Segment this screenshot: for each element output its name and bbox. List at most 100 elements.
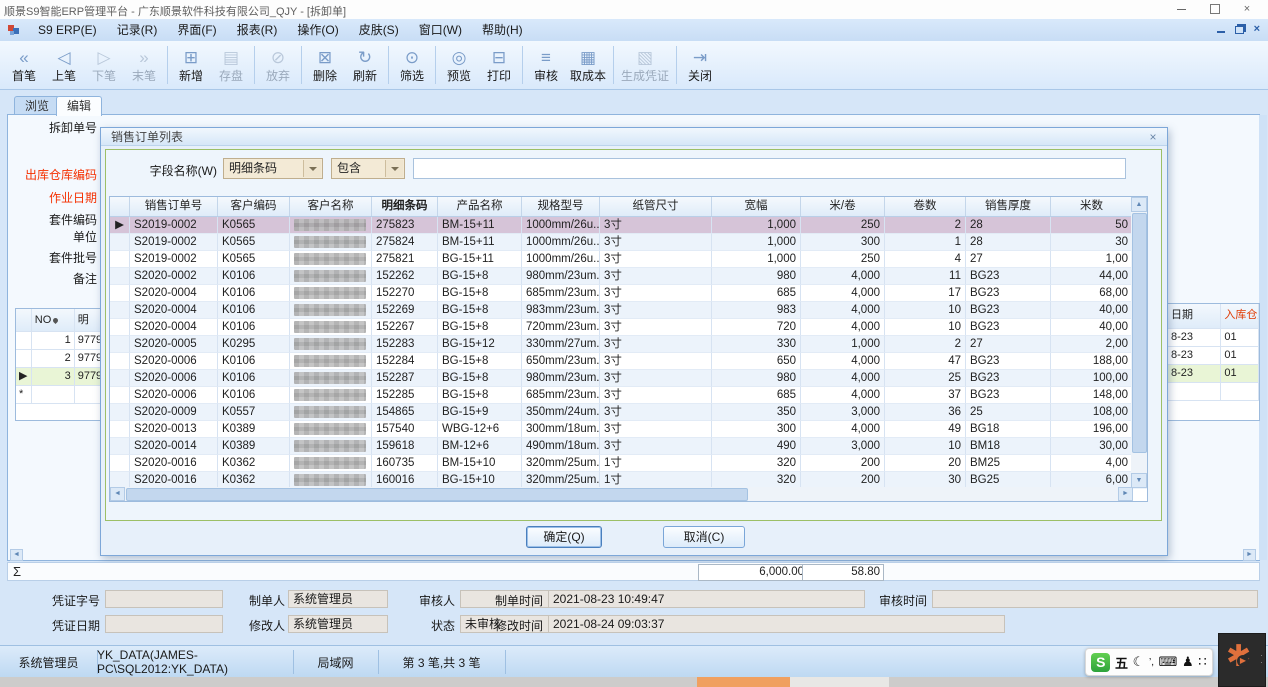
table-row[interactable]: S2020-0006K0106152284BG-15+8650mm/23um..…: [110, 353, 1147, 370]
table-row[interactable]: S2020-0013K0389157540WBG-12+6300mm/18um.…: [110, 421, 1147, 438]
refresh-icon: ↻: [358, 47, 372, 69]
table-row[interactable]: S2020-0009K0557154865BG-15+9350mm/24um..…: [110, 404, 1147, 421]
mdi-restore-icon[interactable]: [1235, 26, 1244, 34]
mdi-close-icon[interactable]: ×: [1254, 22, 1260, 36]
table-row[interactable]: S2020-0004K0106152269BG-15+8983mm/23um..…: [110, 302, 1147, 319]
table-row[interactable]: 297792: [16, 350, 106, 368]
toolbar-button-筛选[interactable]: ⊙筛选: [392, 42, 432, 88]
maximize-icon[interactable]: [1200, 2, 1230, 17]
punctuation-icon[interactable]: ’,: [1149, 657, 1154, 668]
minimize-icon[interactable]: [1166, 2, 1196, 17]
moon-icon[interactable]: ☾: [1133, 654, 1145, 670]
table-row[interactable]: S2020-0016K0362160735BM-15+10320mm/25um.…: [110, 455, 1147, 472]
toolbar-button-取成本[interactable]: ▦取成本: [566, 42, 610, 88]
menu-item-3[interactable]: 操作(O): [287, 19, 348, 41]
toolbar-button-上笔[interactable]: ◁上笔: [44, 42, 84, 88]
table-row[interactable]: S2020-0004K0106152270BG-15+8685mm/23um..…: [110, 285, 1147, 302]
column-header-产品名称[interactable]: 产品名称: [438, 197, 522, 216]
mdi-minimize-icon[interactable]: [1217, 31, 1225, 33]
menu-item-5[interactable]: 窗口(W): [409, 19, 472, 41]
menu-item-1[interactable]: 界面(F): [167, 19, 226, 41]
toolbar-separator: [613, 46, 614, 84]
column-header-米/卷[interactable]: 米/卷: [801, 197, 885, 216]
table-row[interactable]: ▶397792: [16, 368, 106, 386]
taskbar-app[interactable]: [790, 677, 889, 687]
column-header-明细条码[interactable]: 明细条码: [372, 197, 438, 216]
column-header-纸管尺寸[interactable]: 纸管尺寸: [600, 197, 712, 216]
page-scroll-right-icon[interactable]: ►: [1243, 549, 1256, 561]
scroll-right-icon[interactable]: ►: [1118, 487, 1133, 501]
toolbar-button-审核[interactable]: ≡审核: [526, 42, 566, 88]
scroll-down-icon[interactable]: ▼: [1131, 473, 1147, 488]
table-row[interactable]: 8-2301: [1168, 365, 1259, 383]
dialog-title-bar[interactable]: 销售订单列表 ×: [101, 128, 1167, 146]
table-row[interactable]: ▶S2019-0002K0565275823BM-15+111000mm/26u…: [110, 217, 1147, 234]
cell: 3寸: [600, 421, 712, 438]
toolbar-button-预览[interactable]: ◎预览: [439, 42, 479, 88]
tab-edit[interactable]: 编辑: [56, 96, 102, 116]
toolbar-button-关闭[interactable]: ⇥关闭: [680, 42, 720, 88]
table-row[interactable]: S2020-0006K0106152287BG-15+8980mm/23um..…: [110, 370, 1147, 387]
horizontal-scrollbar[interactable]: ◄ ►: [110, 487, 1133, 501]
column-header-销售厚度[interactable]: 销售厚度: [966, 197, 1051, 216]
table-row[interactable]: S2019-0002K0565275821BG-15+111000mm/26u.…: [110, 251, 1147, 268]
filter-search-input[interactable]: [413, 158, 1126, 179]
scroll-left-icon[interactable]: ◄: [110, 487, 125, 501]
column-header-客户编码[interactable]: 客户编码: [218, 197, 290, 216]
menu-item-6[interactable]: 帮助(H): [472, 19, 533, 41]
column-header-销售订单号[interactable]: 销售订单号: [130, 197, 218, 216]
person-icon[interactable]: ♟: [1182, 654, 1194, 670]
horizontal-scroll-thumb[interactable]: [126, 488, 748, 501]
page-scroll-left-icon[interactable]: ◄: [10, 549, 23, 561]
widget-menu-dots-icon[interactable]: ··: [1260, 652, 1263, 666]
menu-item-2[interactable]: 报表(R): [227, 19, 288, 41]
menu-item-4[interactable]: 皮肤(S): [349, 19, 409, 41]
table-row[interactable]: 8-2301: [1168, 329, 1259, 347]
column-header-客户名称[interactable]: 客户名称: [290, 197, 372, 216]
voucher-no-field[interactable]: [105, 590, 223, 608]
table-row[interactable]: S2019-0002K0565275824BM-15+111000mm/26u.…: [110, 234, 1147, 251]
menu-item-s9erp[interactable]: S9 ERP(E): [28, 19, 107, 41]
sogou-logo-icon[interactable]: S: [1091, 653, 1110, 672]
column-header-no[interactable]: NO: [32, 309, 75, 331]
table-row[interactable]: 8-2301: [1168, 347, 1259, 365]
toolbox-icon[interactable]: ∷: [1198, 654, 1206, 670]
corner-app-widget[interactable]: ✱ ▶ ··: [1218, 633, 1266, 687]
filter-operator-combobox[interactable]: 包含: [331, 158, 405, 179]
menu-item-0[interactable]: 记录(R): [107, 19, 168, 41]
column-header-warehouse[interactable]: 入库仓库: [1221, 304, 1259, 328]
table-row[interactable]: S2020-0005K0295152283BG-15+12330mm/27um.…: [110, 336, 1147, 353]
column-header-规格型号[interactable]: 规格型号: [522, 197, 600, 216]
table-row[interactable]: S2020-0002K0106152262BG-15+8980mm/23um..…: [110, 268, 1147, 285]
close-icon[interactable]: ×: [1232, 2, 1262, 17]
voucher-date-field[interactable]: [105, 615, 223, 633]
taskbar-active-app[interactable]: [697, 677, 790, 687]
column-header-米数[interactable]: 米数: [1051, 197, 1133, 216]
column-header-卷数[interactable]: 卷数: [885, 197, 966, 216]
column-header-宽幅[interactable]: 宽幅: [712, 197, 801, 216]
toolbar-button-删除[interactable]: ⊠删除: [305, 42, 345, 88]
filter-field-combobox[interactable]: 明细条码: [223, 158, 323, 179]
cancel-button[interactable]: 取消(C): [663, 526, 745, 548]
cell: 30,00: [1051, 438, 1133, 455]
ime-mode-label[interactable]: 五: [1115, 653, 1128, 672]
vertical-scroll-thumb[interactable]: [1132, 213, 1147, 453]
table-row[interactable]: S2020-0006K0106152285BG-15+8685mm/23um..…: [110, 387, 1147, 404]
ok-button[interactable]: 确定(Q): [526, 526, 602, 548]
tab-browse[interactable]: 浏览: [14, 96, 60, 116]
toolbar-button-新增[interactable]: ⊞新增: [171, 42, 211, 88]
vertical-scrollbar[interactable]: ▲ ▼: [1131, 197, 1147, 488]
table-row[interactable]: S2020-0014K0389159618BM-12+6490mm/18um..…: [110, 438, 1147, 455]
dialog-close-icon[interactable]: ×: [1145, 129, 1161, 145]
toolbar-button-打印[interactable]: ⊟打印: [479, 42, 519, 88]
chevron-down-icon[interactable]: [385, 160, 403, 177]
table-row[interactable]: S2020-0004K0106152267BG-15+8720mm/23um..…: [110, 319, 1147, 336]
table-row[interactable]: 197792: [16, 332, 106, 350]
toolbar-button-刷新[interactable]: ↻刷新: [345, 42, 385, 88]
scroll-up-icon[interactable]: ▲: [1131, 197, 1147, 212]
column-header-date[interactable]: 日期: [1168, 304, 1221, 328]
keyboard-icon[interactable]: ⌨: [1159, 654, 1178, 670]
new-row[interactable]: *: [16, 386, 106, 404]
chevron-down-icon[interactable]: [303, 160, 321, 177]
toolbar-button-首笔[interactable]: «首笔: [4, 42, 44, 88]
